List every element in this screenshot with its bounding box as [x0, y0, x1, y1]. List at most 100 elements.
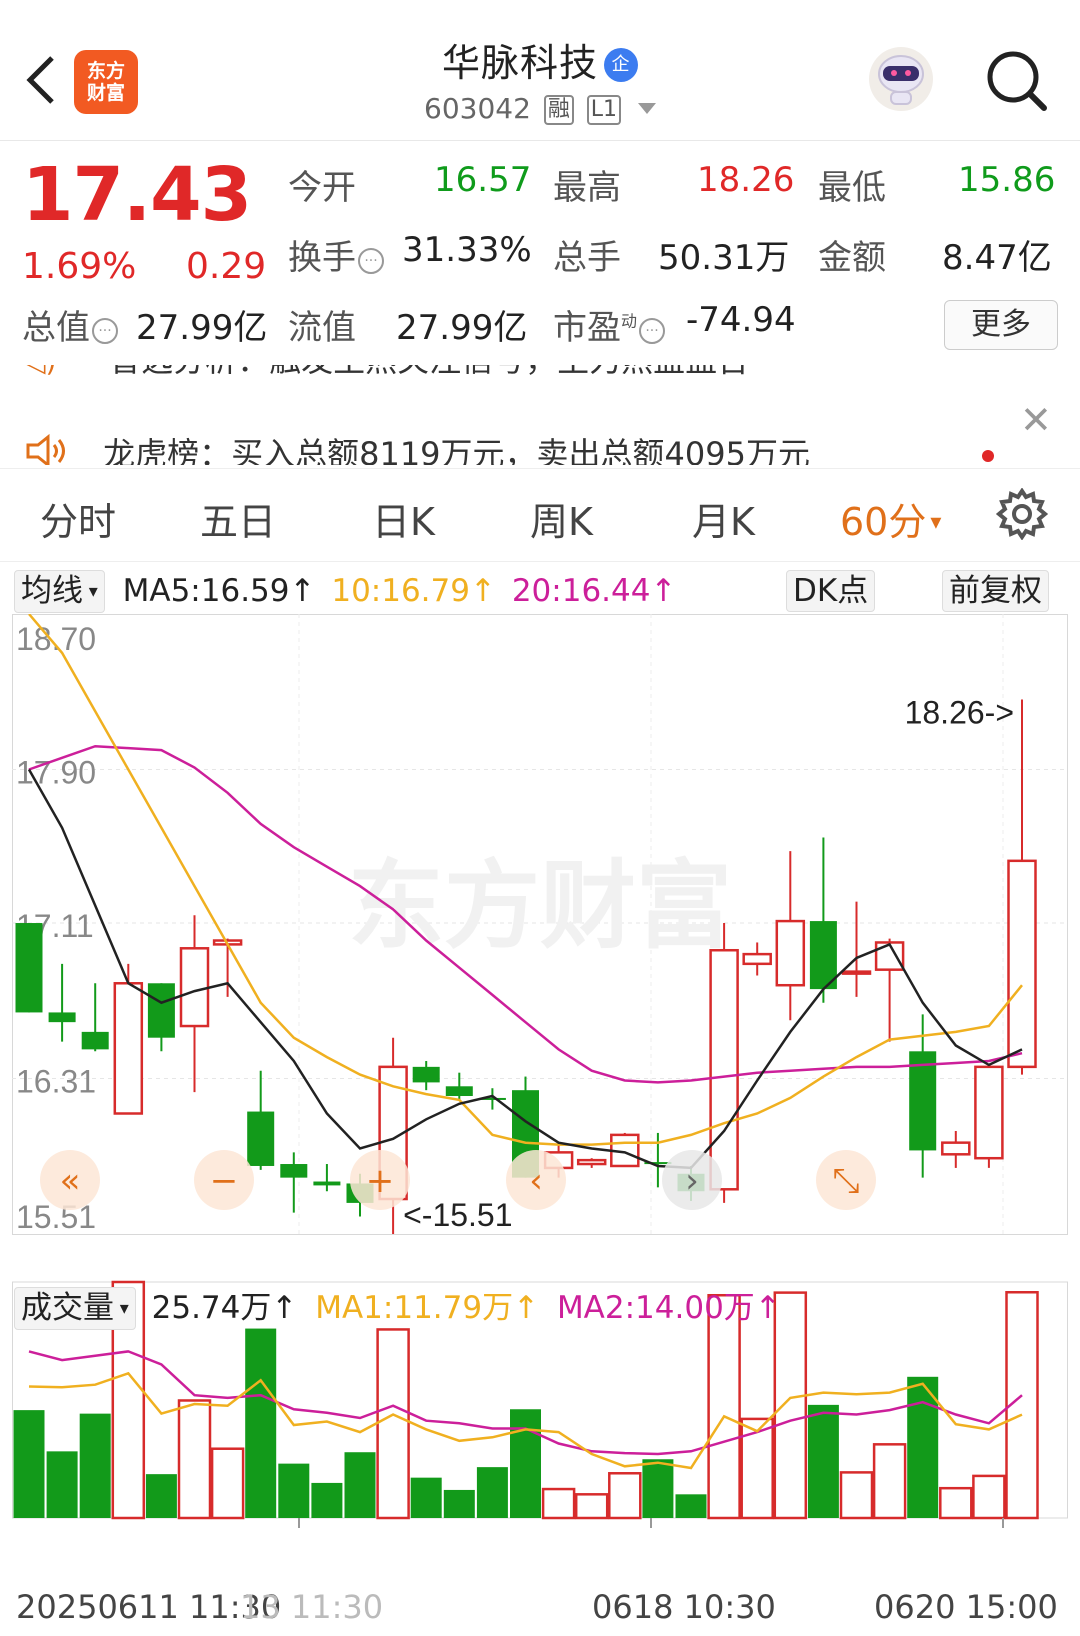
- tab-weekly-k[interactable]: 周K: [530, 491, 593, 546]
- candle-body-up: [941, 1141, 971, 1156]
- high-value: 18.26: [697, 160, 795, 200]
- speaker-icon: ◁): [24, 365, 64, 378]
- fullscreen-icon-glyph: ⤡: [832, 1161, 859, 1201]
- news-dragon-tiger[interactable]: 龙虎榜：买入总额8119万元，卖出总额4095万元: [24, 429, 810, 465]
- pe-label-text: 市盈: [553, 308, 621, 348]
- info-icon[interactable]: ···: [639, 318, 666, 344]
- scroll-right-icon[interactable]: ›: [662, 1150, 722, 1210]
- float-label: 流值: [288, 308, 356, 348]
- ma-indicator-bar: 均线 ▾ MA5:16.59↑ 10:16.79↑ 20:16.44↑: [14, 570, 1074, 616]
- volume-bar-up: [773, 1291, 808, 1520]
- high-label: 最高: [553, 168, 621, 208]
- current-price: 17.43: [22, 152, 252, 238]
- volume-bar-up: [376, 1328, 410, 1520]
- ma5-label: MA5:16.59↑: [122, 573, 316, 609]
- vol-value-text: 25.74万: [151, 1290, 272, 1326]
- news-partial[interactable]: ◁) 智选分析：触发主热关注信号，主力热盘监告: [24, 365, 749, 381]
- price-tick-label: 18.70: [16, 621, 96, 657]
- candle-body-up: [709, 948, 739, 1191]
- close-icon[interactable]: ✕: [1020, 398, 1052, 442]
- dk-button[interactable]: DK点: [786, 570, 876, 612]
- volume-bar-down: [510, 1409, 541, 1518]
- tab-monthly-k[interactable]: 月K: [692, 491, 755, 546]
- volume-bar-down: [145, 1474, 177, 1518]
- x-axis-label-4: 0620 15:00: [874, 1588, 1058, 1626]
- pe-label[interactable]: 市盈动···: [553, 300, 666, 349]
- watermark-text: 东方财富: [348, 850, 732, 962]
- volume-dropdown[interactable]: 成交量 ▾: [14, 1287, 136, 1330]
- volume-value: 50.31万: [658, 238, 790, 278]
- scroll-left-fast-icon[interactable]: «: [40, 1150, 100, 1210]
- ma-dropdown[interactable]: 均线 ▾: [14, 570, 105, 613]
- tab-60min[interactable]: 60分 ▾: [840, 491, 941, 546]
- float-value: 27.99亿: [396, 308, 528, 348]
- more-button[interactable]: 更多: [944, 300, 1058, 350]
- volume-bar-down: [344, 1452, 376, 1518]
- volume-bar-down: [79, 1413, 111, 1518]
- search-icon[interactable]: [984, 46, 1050, 116]
- kline-chart[interactable]: 18.7017.9017.1116.3115.51东方财富18.26-><-15…: [12, 614, 1068, 1578]
- volume-bar-up: [872, 1443, 907, 1520]
- volume-bar-down: [278, 1463, 310, 1518]
- news-strip[interactable]: ◁) 智选分析：触发主热关注信号，主力热盘监告 龙虎榜：买入总额8119万元，卖…: [0, 365, 1080, 465]
- scroll-right-icon-glyph: ›: [685, 1161, 699, 1201]
- news-partial-text: 智选分析：触发主热关注信号，主力热盘监告: [109, 365, 749, 379]
- candle-body-up: [742, 952, 772, 966]
- tab-five-day[interactable]: 五日: [200, 491, 276, 546]
- turnover-label[interactable]: 换手 ···: [288, 230, 384, 279]
- ma10-label: 10:16.79↑: [331, 573, 496, 609]
- news-dragon-tiger-text: 龙虎榜：买入总额8119万元，卖出总额4095万元: [103, 435, 810, 465]
- dk-button-label: DK点: [786, 570, 876, 612]
- speaker-icon: [26, 433, 65, 465]
- candle-body-down: [445, 1086, 473, 1097]
- zoom-in-icon-glyph: +: [366, 1161, 395, 1201]
- adjust-button[interactable]: 前复权: [942, 570, 1049, 612]
- volume-indicator-bar: 成交量 ▾ 25.74万↑ MA1:11.79万↑ MA2:14.00万↑: [14, 1282, 781, 1330]
- candle-body-down: [412, 1066, 440, 1083]
- volume-bar-up: [839, 1471, 874, 1520]
- volume-bar-down: [46, 1451, 78, 1518]
- max-price-marker: 18.26->: [905, 695, 1014, 731]
- pe-value: -74.94: [686, 300, 796, 340]
- scroll-left-fast-icon-glyph: «: [60, 1161, 81, 1201]
- volume-bar-up: [608, 1472, 642, 1520]
- mktcap-label[interactable]: 总值 ···: [22, 300, 118, 349]
- candle-body-down: [280, 1164, 308, 1178]
- fullscreen-icon[interactable]: ⤡: [816, 1150, 876, 1210]
- chevron-down-icon[interactable]: [637, 103, 656, 114]
- volume-bar-up: [972, 1474, 1006, 1520]
- zoom-in-icon[interactable]: +: [350, 1150, 410, 1210]
- enterprise-badge-icon: 企: [604, 48, 638, 82]
- mktcap-label-text: 总值: [22, 308, 90, 348]
- ma-dropdown-label: 均线: [21, 573, 83, 609]
- min-price-marker: <-15.51: [403, 1197, 512, 1233]
- volume-bar-up: [939, 1486, 973, 1520]
- volume-bar-down: [675, 1494, 707, 1518]
- period-tabs: 分时 五日 日K 周K 月K 60分 ▾: [0, 468, 1080, 562]
- candle-body-down: [81, 1031, 109, 1050]
- scroll-left-icon[interactable]: ‹: [506, 1150, 566, 1210]
- tab-timeshare[interactable]: 分时: [40, 491, 116, 546]
- info-icon[interactable]: ···: [92, 318, 118, 344]
- vol-ma1-text: MA1:11.79万: [315, 1290, 514, 1326]
- adjust-button-label: 前复权: [942, 570, 1049, 612]
- tab-daily-k[interactable]: 日K: [372, 491, 435, 546]
- volume-bar-up: [574, 1493, 609, 1520]
- robot-avatar-icon[interactable]: [866, 44, 936, 114]
- vol-ma2-text: MA2:14.00万: [556, 1290, 755, 1326]
- candle-body-up: [1007, 859, 1037, 1069]
- margin-tag: 融: [543, 95, 574, 125]
- ma10-value: 10:16.79: [331, 573, 470, 609]
- zoom-out-icon[interactable]: −: [194, 1150, 254, 1210]
- volume-bar-up: [177, 1399, 212, 1520]
- mktcap-value: 27.99亿: [136, 308, 268, 348]
- amount-value: 8.47亿: [942, 238, 1052, 278]
- x-axis-label-2: 13 11:30: [240, 1588, 384, 1626]
- candle-body-up: [974, 1065, 1004, 1160]
- info-icon[interactable]: ···: [358, 248, 384, 274]
- volume-bar-up: [541, 1487, 576, 1520]
- stock-name: 华脉科技: [441, 41, 598, 85]
- gear-icon[interactable]: [995, 487, 1049, 541]
- volume-bar-down: [311, 1482, 343, 1518]
- candle-body-down: [15, 923, 43, 1013]
